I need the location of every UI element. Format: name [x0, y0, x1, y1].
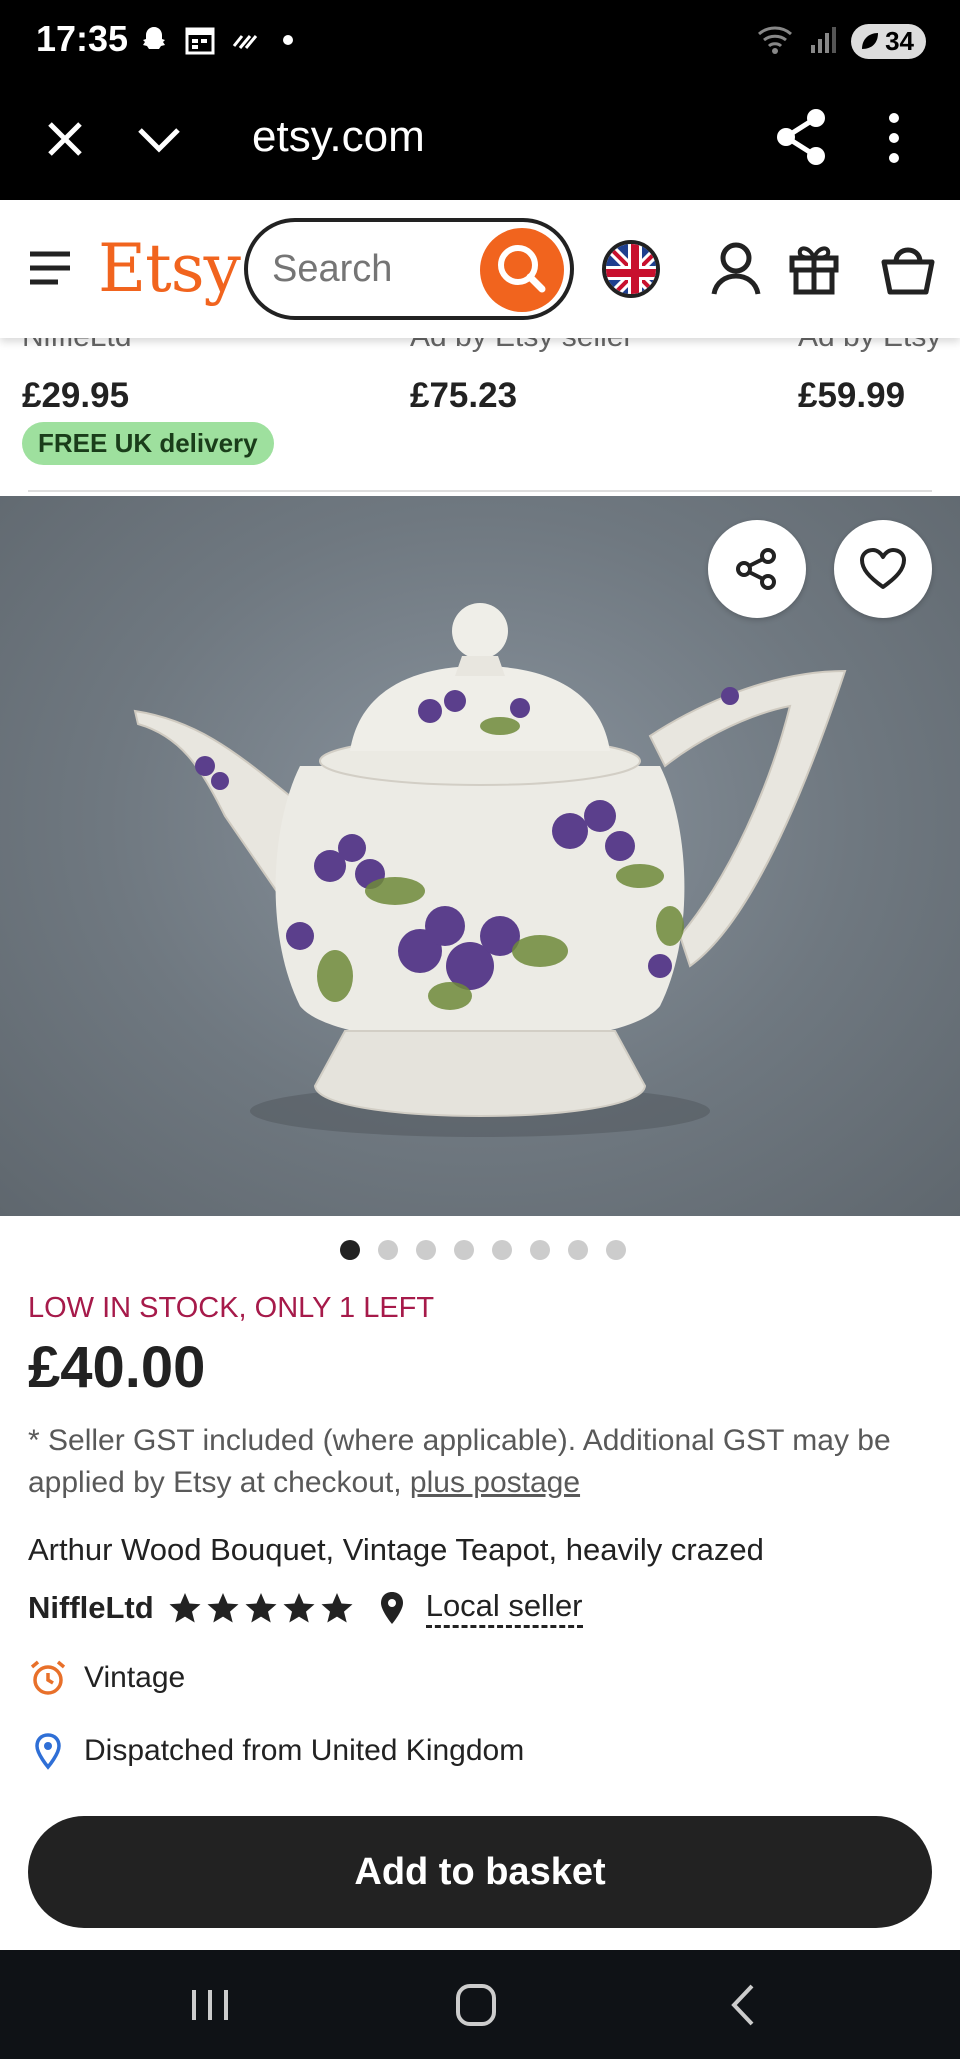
more-options-icon[interactable]: [874, 108, 914, 168]
recent-apps-icon[interactable]: [180, 1980, 240, 2030]
data-activity-icon: [230, 24, 262, 56]
image-share-button[interactable]: [708, 520, 806, 618]
carousel-dot[interactable]: [492, 1240, 512, 1260]
feature-vintage: Vintage: [28, 1658, 185, 1698]
free-delivery-badge: FREE UK delivery: [22, 422, 274, 465]
teapot-illustration: [133, 603, 847, 1137]
rating-stars: [168, 1591, 354, 1625]
carousel-dots[interactable]: [340, 1240, 626, 1260]
carousel-dot[interactable]: [606, 1240, 626, 1260]
menu-icon[interactable]: [26, 248, 74, 288]
search-bar[interactable]: [244, 218, 574, 320]
share-icon: [736, 548, 776, 590]
signal-icon: [807, 23, 839, 60]
star-icon: [169, 1593, 201, 1623]
close-icon[interactable]: [40, 114, 90, 164]
leaf-icon: [862, 33, 879, 49]
site-header: Etsy: [0, 200, 960, 338]
etsy-logo[interactable]: Etsy: [98, 230, 241, 307]
product-price: £40.00: [28, 1335, 206, 1400]
carousel-dot[interactable]: [568, 1240, 588, 1260]
location-pin-icon: [380, 1592, 403, 1624]
user-icon[interactable]: [710, 240, 762, 296]
star-icon: [245, 1593, 277, 1623]
star-icon: [207, 1593, 239, 1623]
feature-label: Dispatched from United Kingdom: [84, 1734, 525, 1767]
rec-price: £29.95: [22, 376, 130, 415]
rec-price: £75.23: [410, 376, 518, 415]
calendar-icon: [184, 24, 216, 56]
basket-icon[interactable]: [880, 240, 936, 296]
alarm-clock-icon: [30, 1660, 66, 1695]
battery-indicator: 34: [851, 24, 926, 59]
add-to-basket-button[interactable]: Add to basket: [28, 1816, 932, 1928]
chevron-down-icon[interactable]: [134, 114, 184, 164]
carousel-dot[interactable]: [378, 1240, 398, 1260]
uk-flag-icon[interactable]: [602, 240, 660, 298]
local-seller-label[interactable]: Local seller: [425, 1588, 583, 1628]
back-icon[interactable]: [714, 1980, 774, 2030]
url-text[interactable]: etsy.com: [252, 112, 425, 162]
share-icon[interactable]: [774, 104, 830, 170]
search-icon: [498, 245, 546, 293]
status-time: 17:35: [36, 18, 129, 59]
carousel-dot[interactable]: [340, 1240, 360, 1260]
wifi-icon: [755, 22, 795, 61]
browser-toolbar: etsy.com: [0, 84, 960, 200]
recommendations-row: NiffleLtd £29.95 FREE UK delivery Ad by …: [0, 320, 960, 494]
seller-row: NiffleLtd Local seller: [28, 1588, 583, 1628]
battery-level: 34: [885, 26, 914, 56]
gst-note: * Seller GST included (where applicable)…: [28, 1420, 938, 1504]
feature-label: Vintage: [84, 1661, 186, 1694]
seller-name[interactable]: NiffleLtd: [28, 1590, 154, 1626]
divider: [28, 490, 932, 492]
system-nav-bar: [0, 1950, 960, 2059]
postage-link[interactable]: plus postage: [410, 1466, 580, 1499]
carousel-dot[interactable]: [530, 1240, 550, 1260]
product-title: Arthur Wood Bouquet, Vintage Teapot, hea…: [28, 1532, 764, 1567]
star-icon: [283, 1593, 315, 1623]
notification-dot-icon: [276, 24, 308, 56]
carousel-dot[interactable]: [454, 1240, 474, 1260]
home-icon[interactable]: [446, 1980, 506, 2030]
carousel-dot[interactable]: [416, 1240, 436, 1260]
rec-price: £59.99: [798, 376, 906, 415]
product-image[interactable]: [0, 496, 960, 1216]
gift-icon[interactable]: [786, 240, 842, 296]
favorite-button[interactable]: [834, 520, 932, 618]
search-input[interactable]: [272, 244, 472, 294]
location-pin-icon: [35, 1733, 61, 1770]
search-button[interactable]: [480, 228, 564, 312]
star-icon: [321, 1593, 353, 1623]
stock-notice: LOW IN STOCK, ONLY 1 LEFT: [28, 1292, 435, 1324]
snapchat-icon: [138, 24, 170, 56]
feature-dispatch: Dispatched from United Kingdom: [28, 1731, 524, 1771]
heart-icon: [860, 548, 906, 589]
status-bar: 17:35 34: [0, 0, 960, 84]
